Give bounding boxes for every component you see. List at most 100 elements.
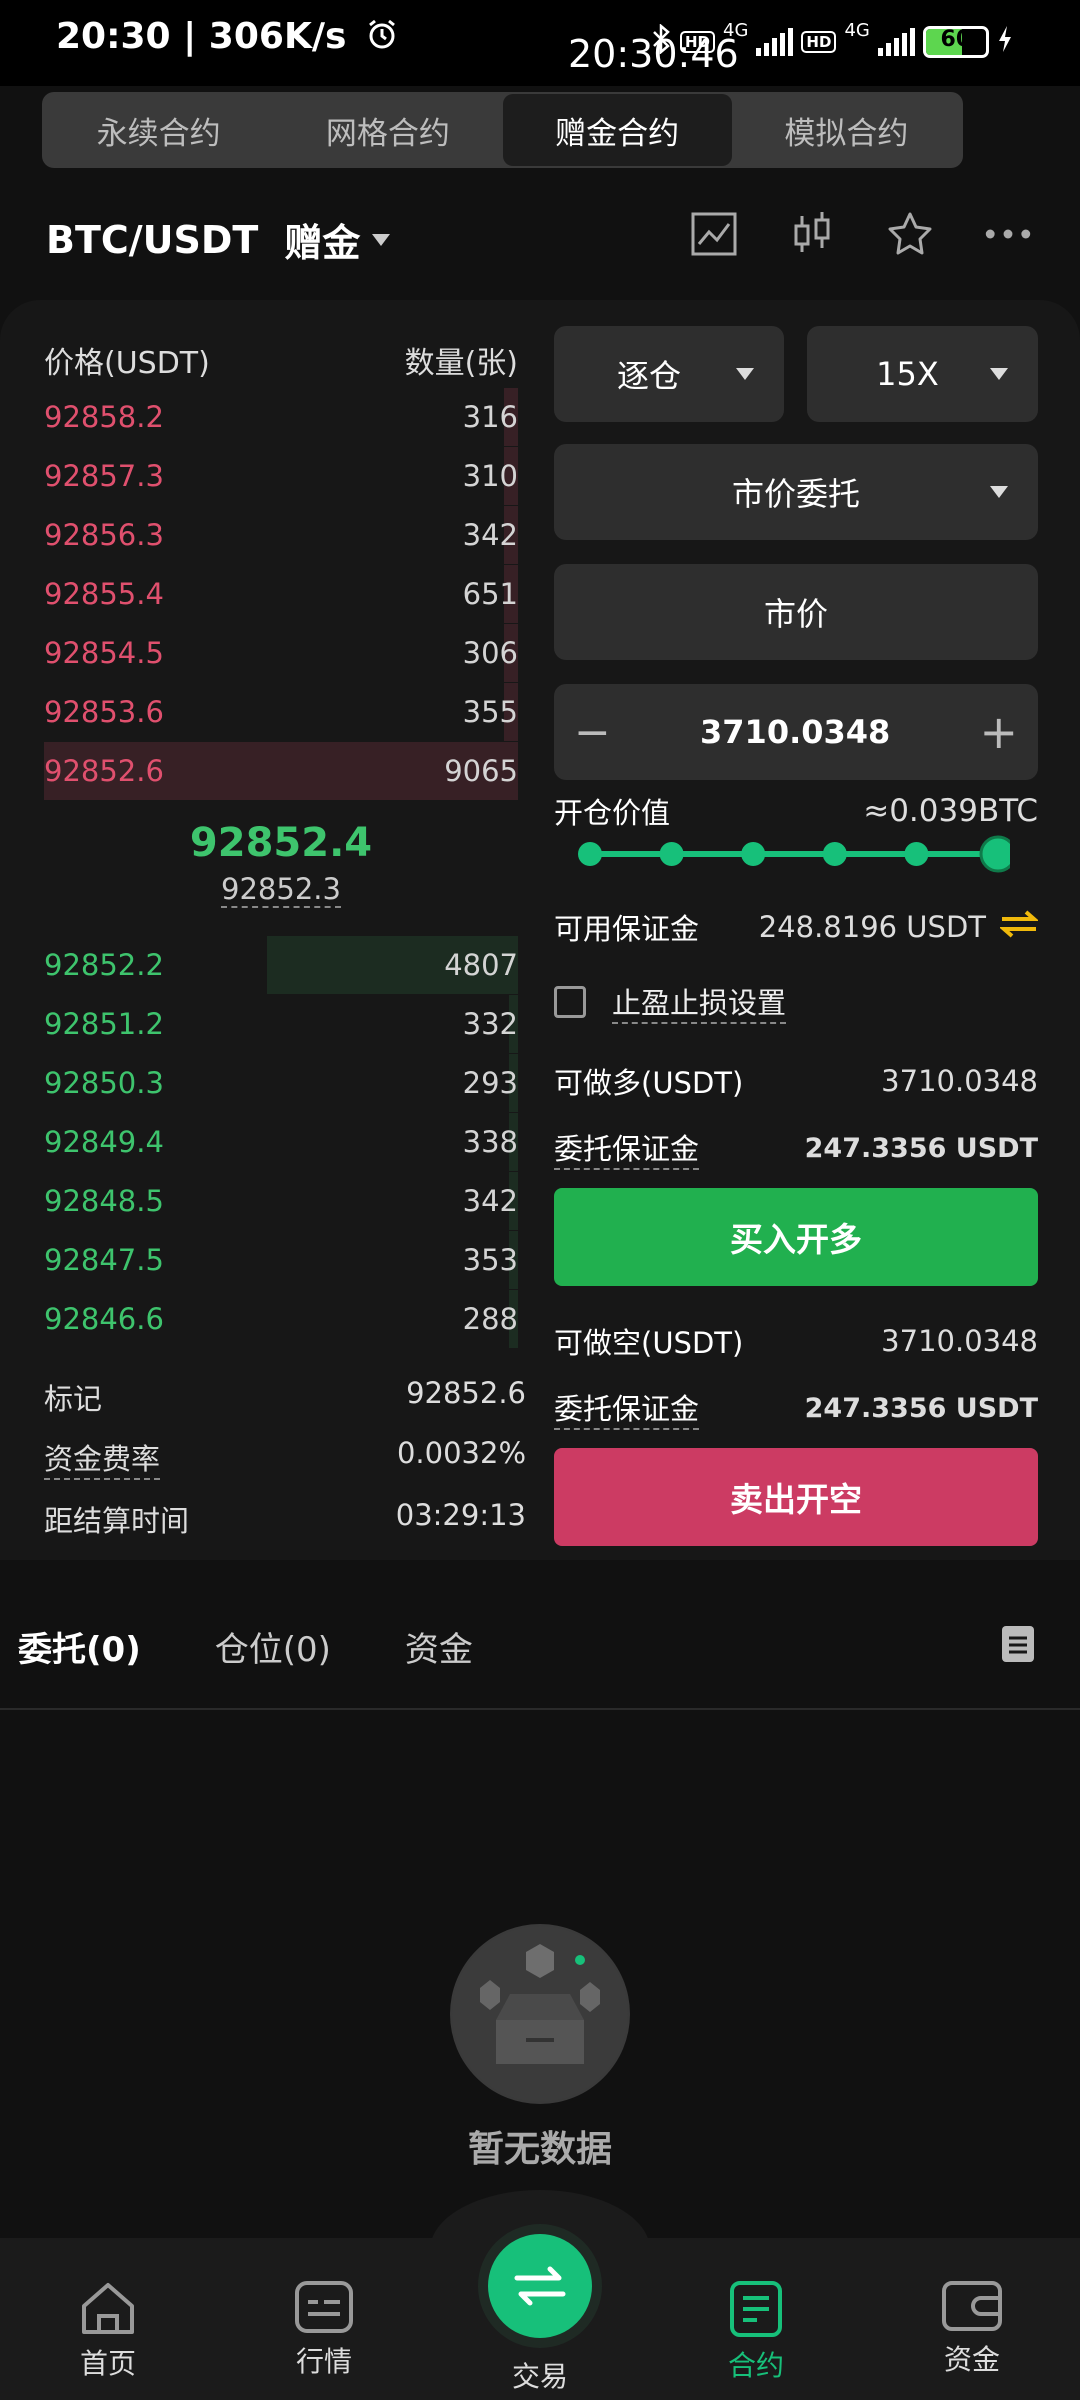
order-type-value: 市价委托 <box>731 475 860 513</box>
ask-price: 92857.3 <box>44 459 164 493</box>
bid-qty: 353 <box>462 1243 518 1277</box>
price-field[interactable]: 市价 <box>554 564 1038 660</box>
ask-qty: 355 <box>462 695 518 729</box>
leverage-slider[interactable] <box>578 834 1010 874</box>
ask-row[interactable]: 92852.6 9065 <box>44 742 518 800</box>
long-margin-row: 委托保证金 247.3356 USDT <box>554 1126 1038 1170</box>
chart-icon[interactable] <box>690 210 738 258</box>
ask-row[interactable]: 92856.3 342 <box>44 506 518 564</box>
contract-type-tabs: 永续合约 网格合约 赠金合约 模拟合约 <box>42 92 963 168</box>
empty-box-icon <box>450 1924 630 2104</box>
nav-assets-label: 资金 <box>943 2343 1000 2376</box>
minus-button[interactable]: − <box>574 707 611 758</box>
bid-row[interactable]: 92847.5 353 <box>44 1231 518 1289</box>
ask-price: 92858.2 <box>44 400 164 434</box>
market-icon <box>295 2281 353 2333</box>
plus-button[interactable]: + <box>979 705 1018 759</box>
bid-row[interactable]: 92846.6 288 <box>44 1290 518 1348</box>
nav-market[interactable]: 行情 <box>259 2280 389 2380</box>
charging-icon <box>997 25 1013 59</box>
bid-row[interactable]: 92852.2 4807 <box>44 936 518 994</box>
ask-row[interactable]: 92858.2 316 <box>44 388 518 446</box>
settle-row: 距结算时间 03:29:13 <box>44 1498 526 1540</box>
tab-orders[interactable]: 委托(0) <box>18 1622 141 1671</box>
tab-demo[interactable]: 模拟合约 <box>732 94 961 166</box>
bid-qty: 288 <box>462 1302 518 1336</box>
bid-qty: 338 <box>462 1125 518 1159</box>
buy-long-button[interactable]: 买入开多 <box>554 1188 1038 1286</box>
ask-row[interactable]: 92854.5 306 <box>44 624 518 682</box>
short-margin-label[interactable]: 委托保证金 <box>554 1386 700 1430</box>
leverage-value: 15X <box>876 355 939 393</box>
available-margin-row: 可用保证金 248.8196 USDT <box>554 906 1040 948</box>
margin-mode-value: 逐仓 <box>616 357 681 395</box>
tab-grid[interactable]: 网格合约 <box>273 94 502 166</box>
header-actions <box>690 210 1032 258</box>
bid-row[interactable]: 92848.5 342 <box>44 1172 518 1230</box>
slider-step[interactable] <box>741 842 766 866</box>
wallet-icon <box>942 2281 1002 2331</box>
signal-icon-1 <box>756 28 794 56</box>
tab-bonus[interactable]: 赠金合约 <box>502 94 732 166</box>
tab-perpetual[interactable]: 永续合约 <box>44 94 273 166</box>
bid-row[interactable]: 92849.4 338 <box>44 1113 518 1171</box>
transfer-icon[interactable] <box>998 909 1040 946</box>
trade-icon <box>514 2266 566 2306</box>
ask-qty: 342 <box>462 518 518 552</box>
bid-row[interactable]: 92850.3 293 <box>44 1054 518 1112</box>
long-margin-label[interactable]: 委托保证金 <box>554 1126 700 1170</box>
ask-qty: 306 <box>462 636 518 670</box>
bid-qty: 342 <box>462 1184 518 1218</box>
candlestick-icon[interactable] <box>788 210 836 258</box>
trade-button[interactable] <box>488 2234 592 2338</box>
star-icon[interactable] <box>886 210 934 258</box>
nav-trade[interactable]: 交易 <box>475 2355 605 2395</box>
slider-step[interactable] <box>578 842 602 866</box>
short-margin-value: 247.3356 USDT <box>804 1392 1038 1424</box>
ask-row[interactable]: 92857.3 310 <box>44 447 518 505</box>
more-icon[interactable] <box>984 210 1032 258</box>
bid-price: 92851.2 <box>44 1007 164 1041</box>
order-type-select[interactable]: 市价委托 <box>554 444 1038 540</box>
battery-icon: 60 <box>922 26 989 58</box>
bid-price: 92850.3 <box>44 1066 164 1100</box>
amount-stepper[interactable]: − 3710.0348 + <box>554 684 1038 780</box>
nav-contract-label: 合约 <box>727 2349 784 2382</box>
tpsl-checkbox[interactable] <box>554 986 586 1018</box>
amount-input[interactable]: 3710.0348 <box>700 713 890 751</box>
network-label-2: 4G <box>844 20 870 41</box>
chevron-down-icon <box>372 233 391 246</box>
leverage-select[interactable]: 15X <box>807 326 1038 422</box>
pair-selector[interactable]: BTC/USDT 赠金 <box>46 212 391 267</box>
funding-label[interactable]: 资金费率 <box>44 1436 161 1480</box>
order-history-icon[interactable] <box>1000 1624 1036 1668</box>
long-margin-value: 247.3356 USDT <box>804 1132 1038 1164</box>
tpsl-label[interactable]: 止盈止损设置 <box>612 980 787 1024</box>
ask-row[interactable]: 92853.6 355 <box>44 683 518 741</box>
available-value: 248.8196 USDT <box>758 910 986 944</box>
bid-price: 92846.6 <box>44 1302 164 1336</box>
pair-mode: 赠金 <box>284 221 361 265</box>
tpsl-row: 止盈止损设置 <box>554 980 787 1024</box>
slider-step[interactable] <box>659 842 684 866</box>
slider-handle[interactable] <box>979 835 1010 873</box>
bid-row[interactable]: 92851.2 332 <box>44 995 518 1053</box>
mark-label: 标记 <box>44 1382 103 1416</box>
chevron-down-icon <box>990 486 1008 498</box>
contract-icon <box>730 2281 782 2337</box>
nav-home[interactable]: 首页 <box>43 2280 173 2382</box>
margin-mode-select[interactable]: 逐仓 <box>554 326 784 422</box>
bid-price: 92847.5 <box>44 1243 164 1277</box>
tab-positions[interactable]: 仓位(0) <box>215 1622 331 1671</box>
long-value: 3710.0348 <box>881 1064 1038 1098</box>
sell-short-button[interactable]: 卖出开空 <box>554 1448 1038 1546</box>
ask-row[interactable]: 92855.4 651 <box>44 565 518 623</box>
nav-contract[interactable]: 合约 <box>691 2280 821 2384</box>
slider-step[interactable] <box>904 842 929 866</box>
slider-step[interactable] <box>822 842 847 866</box>
alarm-icon <box>365 17 399 60</box>
ask-price: 92853.6 <box>44 695 164 729</box>
mark-price[interactable]: 92852.3 <box>221 872 341 908</box>
tab-assets[interactable]: 资金 <box>405 1622 473 1671</box>
nav-assets[interactable]: 资金 <box>907 2280 1037 2378</box>
